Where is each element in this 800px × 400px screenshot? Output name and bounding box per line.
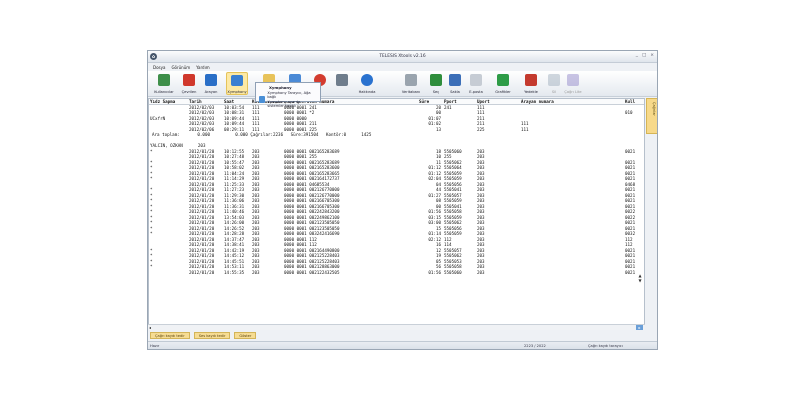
incoming-arrow-icon: [205, 74, 217, 86]
table-cell: 0000 0001 002122432505: [284, 269, 340, 275]
vertical-scrollbar[interactable]: ▲ ▼: [637, 273, 643, 291]
status-text: Hazır: [150, 344, 160, 348]
toolbar-label: Çağrı Lite: [564, 90, 582, 94]
toolbar-label: Xymphony: [227, 90, 247, 94]
dropdown-item[interactable]: Xymphony Tarayıcı, Ağa bağlı Xymphony ay…: [259, 91, 317, 108]
toolbar-button-arayan[interactable]: Arayan: [200, 72, 222, 95]
toolbar-label: Kullanıcılar: [154, 90, 174, 94]
xymphony-icon: [231, 75, 243, 86]
toolbar-button-xymphony[interactable]: Xymphony: [226, 72, 248, 95]
chart-icon: [497, 74, 509, 86]
tab-voice-log[interactable]: Ses kaydı tedir: [193, 332, 231, 339]
close-button[interactable]: ×: [650, 53, 654, 58]
table-cell: 01:56: [428, 269, 441, 275]
toolbar-label: E-posta: [469, 90, 483, 94]
toolbar-button--evrilen[interactable]: Çevrilen: [178, 72, 200, 95]
call-records-grid[interactable]: Yıdz SapmaTarihSaatKullanıcıHatHkod Çevr…: [148, 98, 645, 328]
menu-dosya[interactable]: Dosya: [153, 65, 165, 70]
menu-yardim[interactable]: Yardım: [196, 65, 209, 70]
toolbar-button--a-r-lite[interactable]: Çağrı Lite: [562, 72, 584, 95]
table-row[interactable]: 2012/01/20 14:55:35 203 0000 0001 002122432…: [149, 270, 644, 276]
toolbar-label: Sil: [551, 90, 557, 94]
table-cell: 203: [477, 269, 485, 275]
toolbar-label: Arayan: [204, 90, 218, 94]
outgoing-arrow-icon: [183, 74, 195, 86]
toolbar-button-kullan-c-lar[interactable]: Kullanıcılar: [153, 72, 175, 95]
status-bar: Hazır 2223 / 2022 Çağrı kaydı tarayıcı: [148, 341, 657, 349]
scroll-left-icon[interactable]: ◂: [149, 325, 151, 330]
app-window: ✿ TELESIS Xtools v2.16 _ □ × Dosya Görün…: [147, 50, 658, 350]
tab-show[interactable]: Göster: [234, 332, 257, 339]
menu-bar: Dosya Görünüm Yardım: [148, 63, 657, 71]
info-icon: [361, 74, 373, 86]
minimize-button[interactable]: _: [636, 53, 638, 58]
table-cell: 0021: [625, 269, 636, 275]
toolbar-button-veritaban-[interactable]: Veritabanı: [400, 72, 422, 95]
delete-icon: [548, 74, 560, 86]
window-title: TELESIS Xtools v2.16: [379, 54, 426, 59]
call-lite-icon: [567, 74, 579, 86]
dropdown-line-1: Xymphony Tarayıcı, Ağa bağlı: [267, 91, 311, 100]
toolbar-button-e-posta[interactable]: E-posta: [465, 72, 487, 95]
maximize-button[interactable]: □: [642, 53, 646, 58]
email-icon: [470, 74, 482, 86]
toolbar-button-hakk-nda[interactable]: Hakkında: [356, 72, 378, 95]
title-bar: ✿ TELESIS Xtools v2.16 _ □ ×: [148, 51, 657, 63]
dropdown-line-2: Xymphony ayarda sistemler kayıtlı: [267, 99, 301, 108]
table-cell: 203: [252, 269, 260, 275]
toolbar-label: Seç: [432, 90, 440, 94]
xymphony-icon: [259, 96, 266, 104]
menu-gorunum[interactable]: Görünüm: [171, 65, 190, 70]
toolbar-button-yedekle[interactable]: Yedekle: [520, 72, 542, 95]
table-cell: 2012/01/20: [189, 269, 215, 275]
bottom-tabs: Çağrı kaydı tedir Ses kaydı tedir Göster: [148, 332, 657, 340]
tab-call-log[interactable]: Çağrı kaydı tedir: [150, 332, 190, 339]
side-tab-calls[interactable]: Çağrılar: [646, 98, 657, 134]
search-icon: [430, 74, 442, 86]
toolbar-button-search-people[interactable]: [331, 72, 353, 95]
toolbar-label: Veritabanı: [401, 90, 421, 94]
table-cell: 5505060: [444, 269, 462, 275]
toolbar-button-sakla[interactable]: Sakla: [444, 72, 466, 95]
xymphony-dropdown: Xymphony Xymphony Tarayıcı, Ağa bağlı Xy…: [255, 82, 321, 108]
record-count: 2223 / 2022: [524, 344, 546, 348]
scroll-right-icon[interactable]: ▸: [636, 325, 643, 330]
save-icon: [449, 74, 461, 86]
toolbar-label: Sakla: [450, 90, 460, 94]
database-icon: [405, 74, 417, 86]
users-icon: [158, 74, 170, 86]
toolbar-button-grafikler[interactable]: Grafikler: [492, 72, 514, 95]
toolbar-label: Çevrilen: [181, 90, 197, 94]
horizontal-scrollbar[interactable]: ◂ ▸: [148, 324, 645, 330]
app-logo-icon[interactable]: ✿: [150, 53, 157, 60]
scroll-down-icon[interactable]: ▼: [637, 278, 643, 283]
dropdown-title: Xymphony: [269, 85, 292, 90]
toolbar-ribbon: Kullanıcılar Çevrilen Arayan Xymphony Hakkın…: [148, 71, 657, 97]
toolbar-label: Grafikler: [495, 90, 511, 94]
toolbar-label: Yedekle: [524, 90, 538, 94]
table-cell: 14:55:35: [224, 269, 245, 275]
backup-icon: [525, 74, 537, 86]
status-mode: Çağrı kaydı tarayıcı: [588, 344, 623, 348]
toolbar-label: Hakkında: [358, 90, 376, 94]
search-people-icon: [336, 74, 348, 86]
